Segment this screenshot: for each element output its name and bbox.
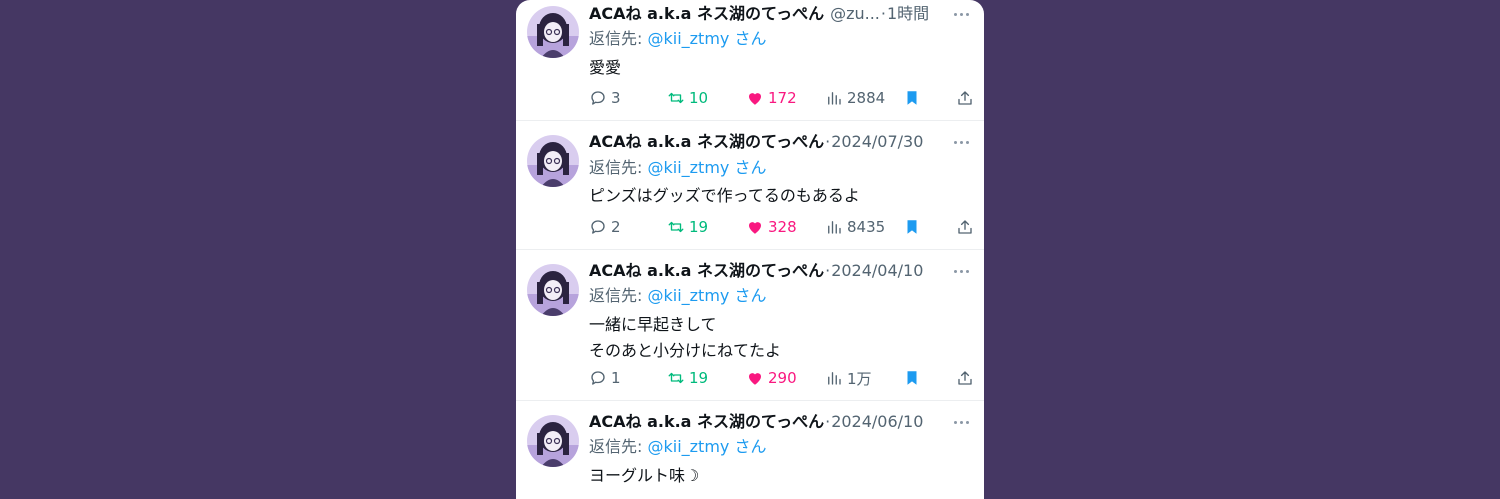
separator-dot: · xyxy=(825,412,831,431)
bookmark-button[interactable] xyxy=(903,87,921,109)
reply-context: 返信先: @kii_ztmy さん xyxy=(589,285,766,307)
view-count: 8435 xyxy=(847,218,886,236)
share-button[interactable] xyxy=(956,87,974,109)
reply-count: 3 xyxy=(611,89,621,107)
reply-prefix: 返信先: xyxy=(589,29,643,48)
more-icon[interactable] xyxy=(950,411,972,433)
like-count: 172 xyxy=(768,89,797,107)
reply-button[interactable]: 1 xyxy=(589,367,621,389)
avatar[interactable] xyxy=(527,6,579,58)
reply-icon xyxy=(591,91,605,105)
views-button[interactable]: 1万 xyxy=(825,367,872,389)
bookmark-icon xyxy=(907,91,917,105)
reply-count: 2 xyxy=(611,218,621,236)
share-icon xyxy=(958,371,972,385)
avatar[interactable] xyxy=(527,135,579,187)
view-count: 2884 xyxy=(847,89,886,107)
avatar[interactable] xyxy=(527,264,579,316)
tweet-header: ACAね a.k.a ネス湖のてっぺん · 2024/06/10 xyxy=(589,411,972,433)
retweet-count: 19 xyxy=(689,369,709,387)
tweet-text: 一緒に早起きして そのあと小分けにねてたよ xyxy=(589,315,782,360)
tweet[interactable]: ACAね a.k.a ネス湖のてっぺん · 2024/07/30 返信先: @k… xyxy=(516,121,984,250)
like-count: 290 xyxy=(768,369,797,387)
display-name[interactable]: ACAね a.k.a ネス湖のてっぺん xyxy=(589,131,824,153)
reply-button[interactable]: 3 xyxy=(589,87,621,109)
share-button[interactable] xyxy=(956,216,974,238)
timestamp[interactable]: 2024/07/30 xyxy=(831,131,923,153)
like-button[interactable]: 290 xyxy=(746,367,797,389)
reply-prefix: 返信先: xyxy=(589,286,643,305)
bookmark-button[interactable] xyxy=(903,367,921,389)
timestamp[interactable]: 2024/04/10 xyxy=(831,260,923,282)
reply-context: 返信先: @kii_ztmy さん xyxy=(589,436,766,458)
retweet-button[interactable]: 19 xyxy=(667,367,708,389)
tweet-actions: 3 10 172 2884 xyxy=(589,87,972,109)
more-icon[interactable] xyxy=(950,260,972,282)
tweet[interactable]: ACAね a.k.a ネス湖のてっぺん · 2024/06/10 返信先: @k… xyxy=(516,401,984,499)
retweet-count: 19 xyxy=(689,218,709,236)
like-icon xyxy=(749,93,761,105)
reply-icon xyxy=(591,371,605,385)
like-button[interactable]: 172 xyxy=(746,87,797,109)
tweet-header: ACAね a.k.a ネス湖のてっぺん · 2024/07/30 xyxy=(589,131,972,153)
retweet-icon xyxy=(668,221,684,233)
views-button[interactable]: 2884 xyxy=(825,87,885,109)
retweet-button[interactable]: 10 xyxy=(667,87,708,109)
views-icon xyxy=(828,221,841,234)
tweet-actions: 1 19 290 1万 xyxy=(589,367,972,389)
separator-dot: · xyxy=(825,132,831,151)
more-icon[interactable] xyxy=(950,3,972,25)
share-icon xyxy=(958,91,972,105)
views-icon xyxy=(828,92,841,105)
reply-count: 1 xyxy=(611,369,621,387)
like-icon xyxy=(749,373,761,385)
reply-prefix: 返信先: xyxy=(589,437,643,456)
views-button[interactable]: 8435 xyxy=(825,216,885,238)
tweet-header: ACAね a.k.a ネス湖のてっぺん @zu... · 1時間 xyxy=(589,3,972,25)
view-count: 1万 xyxy=(847,369,872,388)
avatar[interactable] xyxy=(527,415,579,467)
reply-mention[interactable]: @kii_ztmy さん xyxy=(648,437,767,456)
tweet[interactable]: ACAね a.k.a ネス湖のてっぺん @zu... · 1時間 返信先: @k… xyxy=(516,0,984,121)
bookmark-icon xyxy=(907,220,917,234)
timestamp[interactable]: 2024/06/10 xyxy=(831,411,923,433)
display-name[interactable]: ACAね a.k.a ネス湖のてっぺん xyxy=(589,3,824,25)
reply-mention[interactable]: @kii_ztmy さん xyxy=(648,158,767,177)
retweet-icon xyxy=(668,92,684,104)
like-icon xyxy=(749,222,761,234)
reply-icon xyxy=(591,220,605,234)
tweet-text: 愛愛 xyxy=(589,58,622,77)
user-handle[interactable]: @zu... xyxy=(830,3,880,25)
more-icon[interactable] xyxy=(950,131,972,153)
display-name[interactable]: ACAね a.k.a ネス湖のてっぺん xyxy=(589,260,824,282)
reply-context: 返信先: @kii_ztmy さん xyxy=(589,28,766,50)
tweet-text: ピンズはグッズで作ってるのもあるよ xyxy=(589,186,860,205)
reply-prefix: 返信先: xyxy=(589,158,643,177)
share-button[interactable] xyxy=(956,367,974,389)
timeline-card: ACAね a.k.a ネス湖のてっぺん @zu... · 1時間 返信先: @k… xyxy=(516,0,984,499)
separator-dot: · xyxy=(825,261,831,280)
tweet-header: ACAね a.k.a ネス湖のてっぺん · 2024/04/10 xyxy=(589,260,972,282)
tweet[interactable]: ACAね a.k.a ネス湖のてっぺん · 2024/04/10 返信先: @k… xyxy=(516,250,984,401)
timestamp[interactable]: 1時間 xyxy=(887,3,929,25)
retweet-count: 10 xyxy=(689,89,709,107)
reply-mention[interactable]: @kii_ztmy さん xyxy=(648,29,767,48)
tweet-text: ヨーグルト味☽ xyxy=(589,466,700,485)
display-name[interactable]: ACAね a.k.a ネス湖のてっぺん xyxy=(589,411,824,433)
reply-button[interactable]: 2 xyxy=(589,216,621,238)
bookmark-button[interactable] xyxy=(903,216,921,238)
views-icon xyxy=(828,372,841,385)
tweet-actions: 2 19 328 8435 xyxy=(589,216,972,238)
bookmark-icon xyxy=(907,371,917,385)
like-count: 328 xyxy=(768,218,797,236)
retweet-icon xyxy=(668,372,684,384)
reply-mention[interactable]: @kii_ztmy さん xyxy=(648,286,767,305)
retweet-button[interactable]: 19 xyxy=(667,216,708,238)
separator-dot: · xyxy=(880,4,886,23)
like-button[interactable]: 328 xyxy=(746,216,797,238)
share-icon xyxy=(958,220,972,234)
reply-context: 返信先: @kii_ztmy さん xyxy=(589,157,766,179)
